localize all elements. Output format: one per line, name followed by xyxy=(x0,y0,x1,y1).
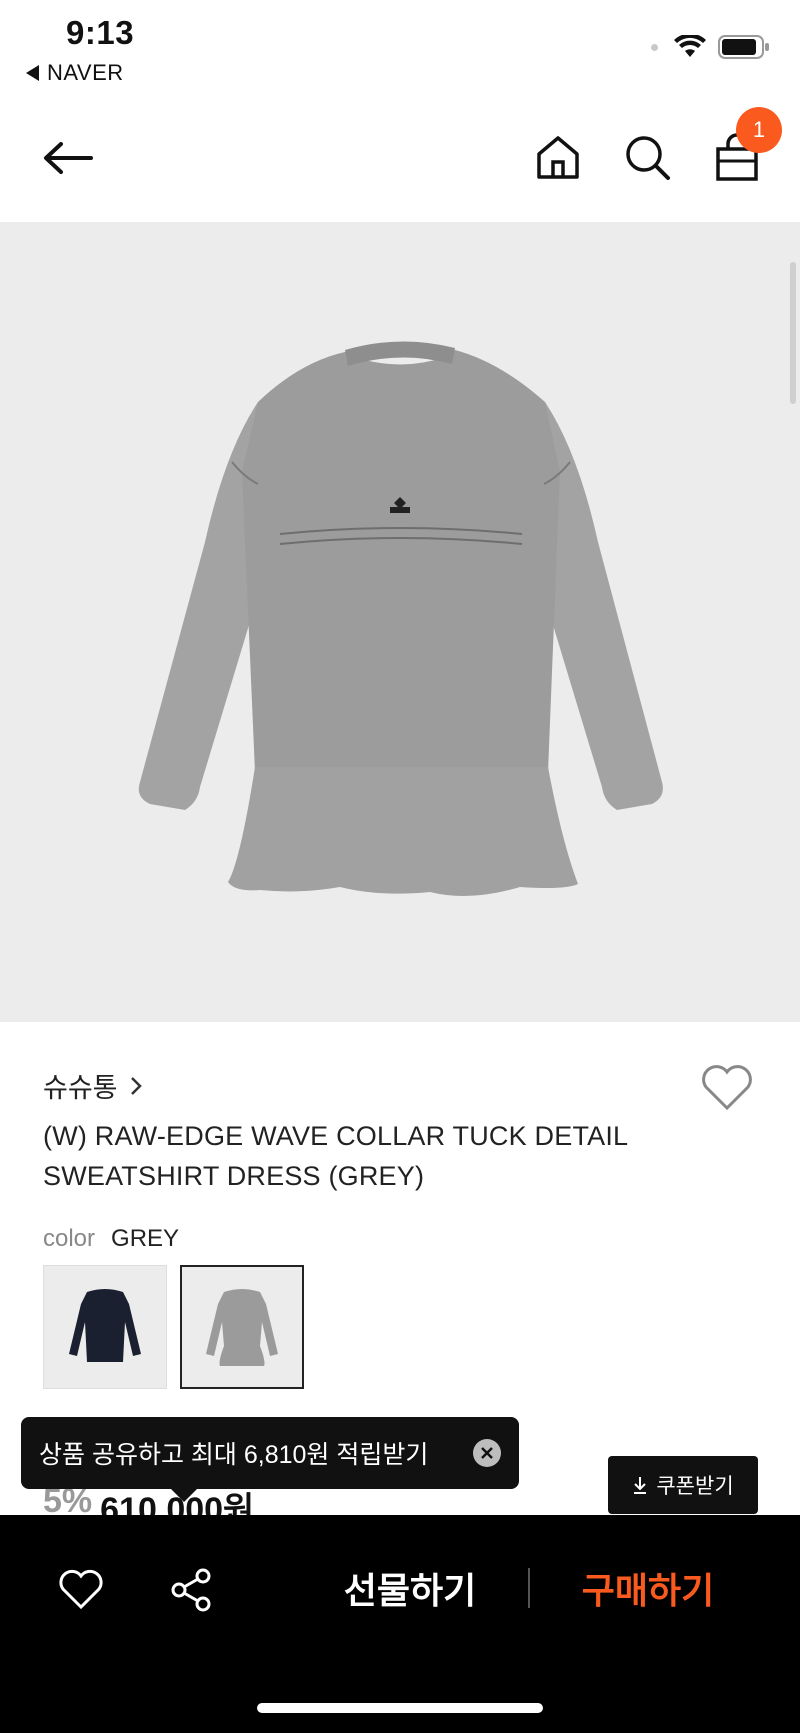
color-selector-label: color GREY xyxy=(43,1225,179,1253)
coupon-button[interactable]: 쿠폰받기 xyxy=(608,1456,758,1514)
status-time: 9:13 xyxy=(66,14,135,51)
wifi-icon xyxy=(674,35,706,57)
signal-icon xyxy=(651,43,658,51)
product-title: (W) RAW-EDGE WAVE COLLAR TUCK DETAIL SWE… xyxy=(43,1116,693,1196)
top-nav xyxy=(0,100,800,222)
navy-dress-thumbnail xyxy=(69,1289,141,1362)
bottom-action-bar xyxy=(0,1515,800,1733)
status-bar: 9:13 NAVER xyxy=(0,0,800,100)
color-swatch-grey[interactable] xyxy=(180,1265,304,1389)
color-label: color xyxy=(43,1225,96,1252)
toast-text: 상품 공유하고 최대 6,810원 적립받기 xyxy=(39,1441,429,1469)
color-swatch-navy[interactable] xyxy=(43,1265,167,1389)
home-button[interactable] xyxy=(533,132,583,182)
wishlist-button[interactable] xyxy=(700,1064,754,1117)
back-to-app-link[interactable]: NAVER xyxy=(26,60,124,86)
search-icon xyxy=(626,136,670,180)
status-icons xyxy=(651,34,770,60)
bottom-divider xyxy=(528,1568,530,1608)
home-icon xyxy=(537,136,579,179)
search-button[interactable] xyxy=(622,132,672,182)
product-title-line-1: (W) RAW-EDGE WAVE COLLAR TUCK DETAIL xyxy=(43,1121,629,1151)
coupon-label: 쿠폰받기 xyxy=(656,1475,734,1498)
color-value: GREY xyxy=(111,1225,180,1252)
scroll-indicator xyxy=(790,262,796,404)
gift-button[interactable]: 선물하기 xyxy=(330,1560,490,1616)
battery-icon xyxy=(718,35,769,59)
product-title-line-2: SWEATSHIRT DRESS (GREY) xyxy=(43,1161,425,1191)
heart-icon xyxy=(702,1065,752,1111)
brand-name: 슈슈통 xyxy=(43,1073,118,1103)
back-app-label: NAVER xyxy=(47,60,124,85)
buy-button[interactable]: 구매하기 xyxy=(568,1560,728,1616)
back-button[interactable] xyxy=(38,130,98,186)
share-button[interactable] xyxy=(167,1566,215,1614)
heart-icon xyxy=(59,1569,103,1610)
back-arrow-icon xyxy=(44,142,93,174)
grey-dress-thumbnail xyxy=(206,1289,278,1366)
download-icon xyxy=(634,1477,647,1494)
cart-count-badge: 1 xyxy=(736,107,782,153)
toast-close-button[interactable] xyxy=(473,1439,501,1467)
close-icon xyxy=(481,1447,493,1459)
share-reward-toast[interactable]: 상품 공유하고 최대 6,810원 적립받기 xyxy=(21,1417,519,1489)
product-image[interactable] xyxy=(0,222,800,1022)
sweatshirt-dress-image xyxy=(138,341,663,896)
home-indicator xyxy=(257,1703,543,1713)
back-triangle-icon xyxy=(26,65,39,81)
bottom-wishlist-button[interactable] xyxy=(57,1566,105,1614)
chevron-right-icon xyxy=(130,1076,142,1095)
share-icon xyxy=(171,1568,211,1612)
toast-pointer xyxy=(170,1488,198,1502)
brand-link[interactable]: 슈슈통 xyxy=(43,1066,142,1105)
